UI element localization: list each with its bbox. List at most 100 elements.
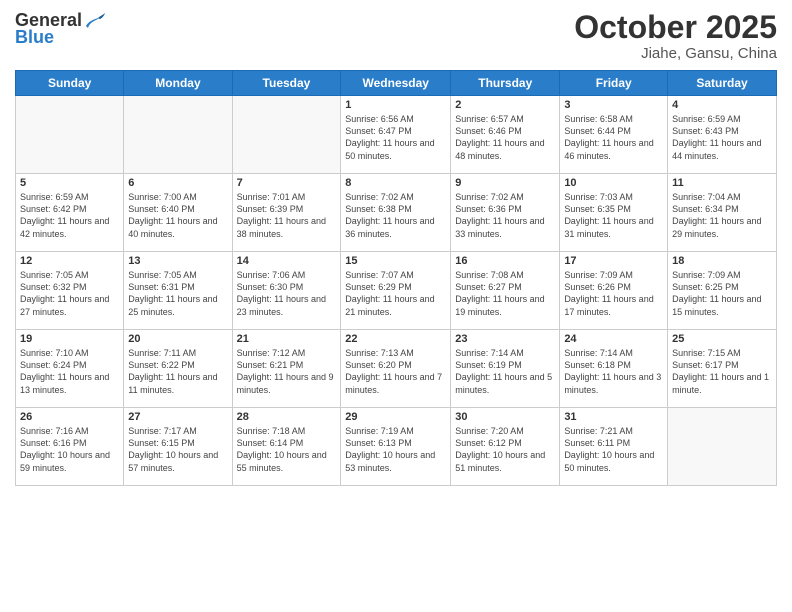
day-number: 12: [20, 255, 119, 267]
day-info: Sunrise: 7:18 AM Sunset: 6:14 PM Dayligh…: [237, 425, 337, 474]
day-info: Sunrise: 7:08 AM Sunset: 6:27 PM Dayligh…: [455, 269, 555, 318]
page: General Blue October 2025 Jiahe, Gansu, …: [0, 0, 792, 612]
calendar-cell: 21 Sunrise: 7:12 AM Sunset: 6:21 PM Dayli…: [232, 330, 341, 408]
col-wednesday: Wednesday: [341, 71, 451, 96]
calendar-cell: 10Sunrise: 7:03 AM Sunset: 6:35 PM Dayli…: [560, 174, 668, 252]
day-info: Sunrise: 6:56 AM Sunset: 6:47 PM Dayligh…: [345, 113, 446, 162]
col-saturday: Saturday: [668, 71, 777, 96]
day-info: Sunrise: 7:14 AM Sunset: 6:18 PM Dayligh…: [564, 347, 663, 396]
day-number: 14: [237, 255, 337, 267]
day-number: 27: [128, 411, 227, 423]
col-tuesday: Tuesday: [232, 71, 341, 96]
calendar-cell: 17 Sunrise: 7:09 AM Sunset: 6:26 PM Dayli…: [560, 252, 668, 330]
calendar-week-0: 1Sunrise: 6:56 AM Sunset: 6:47 PM Daylig…: [16, 96, 777, 174]
logo-text-blue: Blue: [15, 28, 54, 46]
calendar-cell: 27 Sunrise: 7:17 AM Sunset: 6:15 PM Dayli…: [124, 408, 232, 486]
calendar-cell: 9 Sunrise: 7:02 AM Sunset: 6:36 PM Daylig…: [451, 174, 560, 252]
day-number: 23: [455, 333, 555, 345]
calendar-week-3: 19Sunrise: 7:10 AM Sunset: 6:24 PM Dayli…: [16, 330, 777, 408]
day-info: Sunrise: 7:12 AM Sunset: 6:21 PM Dayligh…: [237, 347, 337, 396]
day-info: Sunrise: 7:05 AM Sunset: 6:32 PM Dayligh…: [20, 269, 119, 318]
calendar-cell: [232, 96, 341, 174]
day-info: Sunrise: 7:19 AM Sunset: 6:13 PM Dayligh…: [345, 425, 446, 474]
day-number: 16: [455, 255, 555, 267]
day-number: 30: [455, 411, 555, 423]
day-number: 17: [564, 255, 663, 267]
day-number: 22: [345, 333, 446, 345]
day-info: Sunrise: 7:06 AM Sunset: 6:30 PM Dayligh…: [237, 269, 337, 318]
calendar-header-row: Sunday Monday Tuesday Wednesday Thursday…: [16, 71, 777, 96]
day-info: Sunrise: 7:11 AM Sunset: 6:22 PM Dayligh…: [128, 347, 227, 396]
day-info: Sunrise: 6:59 AM Sunset: 6:43 PM Dayligh…: [672, 113, 772, 162]
day-info: Sunrise: 7:02 AM Sunset: 6:36 PM Dayligh…: [455, 191, 555, 240]
location: Jiahe, Gansu, China: [574, 45, 777, 62]
day-number: 6: [128, 177, 227, 189]
calendar-cell: 3 Sunrise: 6:58 AM Sunset: 6:44 PM Daylig…: [560, 96, 668, 174]
day-number: 21: [237, 333, 337, 345]
day-info: Sunrise: 6:58 AM Sunset: 6:44 PM Dayligh…: [564, 113, 663, 162]
calendar-cell: 5 Sunrise: 6:59 AM Sunset: 6:42 PM Daylig…: [16, 174, 124, 252]
calendar-week-4: 26Sunrise: 7:16 AM Sunset: 6:16 PM Dayli…: [16, 408, 777, 486]
calendar-cell: 30 Sunrise: 7:20 AM Sunset: 6:12 PM Dayli…: [451, 408, 560, 486]
day-info: Sunrise: 7:10 AM Sunset: 6:24 PM Dayligh…: [20, 347, 119, 396]
day-number: 25: [672, 333, 772, 345]
day-number: 15: [345, 255, 446, 267]
calendar-cell: [668, 408, 777, 486]
calendar: Sunday Monday Tuesday Wednesday Thursday…: [15, 70, 777, 486]
col-sunday: Sunday: [16, 71, 124, 96]
logo: General Blue: [15, 10, 106, 46]
calendar-cell: 29 Sunrise: 7:19 AM Sunset: 6:13 PM Dayli…: [341, 408, 451, 486]
day-number: 5: [20, 177, 119, 189]
calendar-cell: 23 Sunrise: 7:14 AM Sunset: 6:19 PM Dayli…: [451, 330, 560, 408]
calendar-cell: [16, 96, 124, 174]
day-info: Sunrise: 7:07 AM Sunset: 6:29 PM Dayligh…: [345, 269, 446, 318]
day-info: Sunrise: 7:15 AM Sunset: 6:17 PM Dayligh…: [672, 347, 772, 396]
calendar-cell: 28Sunrise: 7:18 AM Sunset: 6:14 PM Dayli…: [232, 408, 341, 486]
day-number: 29: [345, 411, 446, 423]
calendar-cell: 16 Sunrise: 7:08 AM Sunset: 6:27 PM Dayli…: [451, 252, 560, 330]
day-info: Sunrise: 7:09 AM Sunset: 6:26 PM Dayligh…: [564, 269, 663, 318]
col-monday: Monday: [124, 71, 232, 96]
day-number: 3: [564, 99, 663, 111]
day-info: Sunrise: 7:14 AM Sunset: 6:19 PM Dayligh…: [455, 347, 555, 396]
day-info: Sunrise: 6:57 AM Sunset: 6:46 PM Dayligh…: [455, 113, 555, 162]
calendar-cell: 1Sunrise: 6:56 AM Sunset: 6:47 PM Daylig…: [341, 96, 451, 174]
calendar-week-1: 5 Sunrise: 6:59 AM Sunset: 6:42 PM Daylig…: [16, 174, 777, 252]
calendar-week-2: 12 Sunrise: 7:05 AM Sunset: 6:32 PM Dayli…: [16, 252, 777, 330]
calendar-cell: 26Sunrise: 7:16 AM Sunset: 6:16 PM Dayli…: [16, 408, 124, 486]
calendar-cell: 19Sunrise: 7:10 AM Sunset: 6:24 PM Dayli…: [16, 330, 124, 408]
day-number: 4: [672, 99, 772, 111]
month-title: October 2025: [574, 10, 777, 45]
day-info: Sunrise: 6:59 AM Sunset: 6:42 PM Dayligh…: [20, 191, 119, 240]
day-number: 7: [237, 177, 337, 189]
calendar-cell: 20Sunrise: 7:11 AM Sunset: 6:22 PM Dayli…: [124, 330, 232, 408]
day-info: Sunrise: 7:09 AM Sunset: 6:25 PM Dayligh…: [672, 269, 772, 318]
day-number: 18: [672, 255, 772, 267]
calendar-cell: [124, 96, 232, 174]
calendar-cell: 8Sunrise: 7:02 AM Sunset: 6:38 PM Daylig…: [341, 174, 451, 252]
day-info: Sunrise: 7:04 AM Sunset: 6:34 PM Dayligh…: [672, 191, 772, 240]
day-info: Sunrise: 7:20 AM Sunset: 6:12 PM Dayligh…: [455, 425, 555, 474]
calendar-cell: 24 Sunrise: 7:14 AM Sunset: 6:18 PM Dayli…: [560, 330, 668, 408]
calendar-cell: 31Sunrise: 7:21 AM Sunset: 6:11 PM Dayli…: [560, 408, 668, 486]
calendar-cell: 4 Sunrise: 6:59 AM Sunset: 6:43 PM Daylig…: [668, 96, 777, 174]
col-friday: Friday: [560, 71, 668, 96]
calendar-cell: 12 Sunrise: 7:05 AM Sunset: 6:32 PM Dayli…: [16, 252, 124, 330]
day-info: Sunrise: 7:00 AM Sunset: 6:40 PM Dayligh…: [128, 191, 227, 240]
calendar-cell: 13Sunrise: 7:05 AM Sunset: 6:31 PM Dayli…: [124, 252, 232, 330]
logo-bird-icon: [84, 12, 106, 30]
day-info: Sunrise: 7:13 AM Sunset: 6:20 PM Dayligh…: [345, 347, 446, 396]
title-block: October 2025 Jiahe, Gansu, China: [574, 10, 777, 62]
day-number: 10: [564, 177, 663, 189]
day-info: Sunrise: 7:17 AM Sunset: 6:15 PM Dayligh…: [128, 425, 227, 474]
day-info: Sunrise: 7:02 AM Sunset: 6:38 PM Dayligh…: [345, 191, 446, 240]
calendar-cell: 6 Sunrise: 7:00 AM Sunset: 6:40 PM Daylig…: [124, 174, 232, 252]
day-number: 24: [564, 333, 663, 345]
calendar-cell: 25 Sunrise: 7:15 AM Sunset: 6:17 PM Dayli…: [668, 330, 777, 408]
calendar-cell: 18 Sunrise: 7:09 AM Sunset: 6:25 PM Dayli…: [668, 252, 777, 330]
calendar-cell: 2 Sunrise: 6:57 AM Sunset: 6:46 PM Daylig…: [451, 96, 560, 174]
day-number: 9: [455, 177, 555, 189]
day-number: 2: [455, 99, 555, 111]
calendar-cell: 14 Sunrise: 7:06 AM Sunset: 6:30 PM Dayli…: [232, 252, 341, 330]
calendar-cell: 15 Sunrise: 7:07 AM Sunset: 6:29 PM Dayli…: [341, 252, 451, 330]
